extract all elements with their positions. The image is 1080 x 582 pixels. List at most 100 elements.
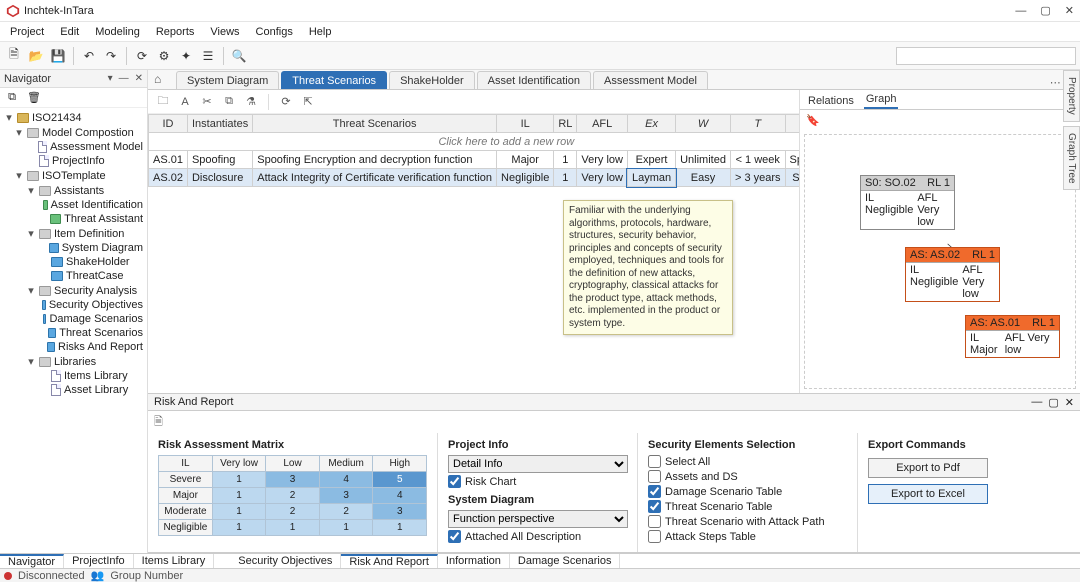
tree-assistants[interactable]: ▾Assistants [2,183,145,198]
chk-select-all[interactable]: Select All [648,455,847,468]
undo-icon[interactable]: ↶ [79,46,99,66]
tree-risks-report[interactable]: Risks And Report [2,340,145,354]
side-tab-graph-tree[interactable]: Graph Tree [1063,126,1080,191]
chk-damage-table[interactable]: Damage Scenario Table [648,485,847,498]
dock-minimize-icon[interactable]: — [1031,396,1042,408]
font-icon[interactable]: A [176,93,194,111]
side-tab-property[interactable]: Property [1063,70,1080,122]
navigator-dropdown-icon[interactable]: ▾ [108,73,113,84]
attached-check[interactable]: Attached All Description [448,530,627,543]
menu-project[interactable]: Project [4,24,50,40]
open-icon[interactable]: 📂 [26,46,46,66]
chk-assets-ds[interactable]: Assets and DS [648,470,847,483]
menu-help[interactable]: Help [303,24,338,40]
col-w[interactable]: W [676,115,731,133]
search-icon[interactable]: 🔍 [229,46,249,66]
filter-icon[interactable]: ⚗ [242,93,260,111]
chk-threat-attack-path[interactable]: Threat Scenario with Attack Path [648,515,847,528]
export-pdf-button[interactable]: Export to Pdf [868,458,988,478]
export-excel-button[interactable]: Export to Excel [868,484,988,504]
tree-security-objectives[interactable]: Security Objectives [2,298,145,312]
tree-icon[interactable]: ☰ [198,46,218,66]
tree-threat-assistant[interactable]: Threat Assistant [2,212,145,226]
tree-items-library[interactable]: Items Library [2,369,145,383]
tree-asset-library[interactable]: Asset Library [2,383,145,397]
btab-security-objectives[interactable]: Security Objectives [230,554,341,568]
tree-root[interactable]: ▾ISO21434 [2,110,145,125]
delete-icon[interactable]: 🗑 [26,90,42,106]
maximize-button[interactable]: ▢ [1040,4,1050,17]
tab-asset-identification[interactable]: Asset Identification [477,71,591,89]
redo-icon[interactable]: ↷ [101,46,121,66]
tree-libraries[interactable]: ▾Libraries [2,354,145,369]
settings-icon[interactable]: ⚙ [154,46,174,66]
tab-shakeholder[interactable]: ShakeHolder [389,71,475,89]
graph-node-as02[interactable]: AS: AS.02RL 1 IL NegligibleAFL Very low [905,247,1000,302]
system-diagram-select[interactable]: Function perspective [448,510,628,528]
col-id[interactable]: ID [149,115,188,133]
col-instantiates[interactable]: Instantiates [187,115,252,133]
menu-modeling[interactable]: Modeling [89,24,146,40]
table-row-selected[interactable]: AS.02 Disclosure Attack Integrity of Cer… [149,169,800,187]
folder-icon[interactable]: 🗀 [154,93,172,111]
btab-information[interactable]: Information [438,554,510,568]
col-eq[interactable]: Eq [785,115,799,133]
collapse-all-icon[interactable]: ⧉ [4,90,20,106]
new-icon[interactable]: 🗎 [4,46,24,66]
graph-node-as01[interactable]: AS: AS.01RL 1 IL MajorAFL Very low [965,315,1060,358]
dock-maximize-icon[interactable]: ▢ [1048,396,1058,409]
dock-doc-icon[interactable]: 🗎 [154,413,163,432]
dock-close-icon[interactable]: ✕ [1065,396,1074,409]
btab-damage-scenarios[interactable]: Damage Scenarios [510,554,621,568]
tab-system-diagram[interactable]: System Diagram [176,71,279,89]
tab-threat-scenarios[interactable]: Threat Scenarios [281,71,387,89]
tree-model-composition[interactable]: ▾Model Compostion [2,125,145,140]
rp-tab-relations[interactable]: Relations [806,93,856,109]
btab-risk-report[interactable]: Risk And Report [341,554,437,568]
add-row[interactable]: Click here to add a new row [149,133,800,151]
btab-projectinfo[interactable]: ProjectInfo [64,554,134,568]
btab-items-library[interactable]: Items Library [134,554,215,568]
col-afl[interactable]: AFL [577,115,628,133]
refresh-icon[interactable]: ⟳ [277,93,295,111]
col-ex[interactable]: Ex [627,115,675,133]
lock-icon[interactable]: ✦ [176,46,196,66]
tree-item-definition[interactable]: ▾Item Definition [2,226,145,241]
chk-threat-table[interactable]: Threat Scenario Table [648,500,847,513]
detail-info-select[interactable]: Detail Info [448,455,628,473]
risk-chart-check[interactable]: Risk Chart [448,475,627,488]
minimize-button[interactable]: ― [1015,5,1026,17]
tree-shakeholder[interactable]: ShakeHolder [2,255,145,269]
navigator-minimize-icon[interactable]: — [119,73,129,84]
menu-configs[interactable]: Configs [250,24,299,40]
col-threat-scenarios[interactable]: Threat Scenarios [253,115,497,133]
menu-edit[interactable]: Edit [54,24,85,40]
graph-canvas[interactable]: S0: SO.02RL 1 IL NegligibleAFL Very low … [804,134,1076,389]
tree-damage-scenarios[interactable]: Damage Scenarios [2,312,145,326]
col-t[interactable]: T [730,115,785,133]
copy-icon[interactable]: ⧉ [220,93,238,111]
search-input[interactable] [896,47,1076,65]
tree-projectinfo[interactable]: ProjectInfo [2,154,145,168]
rp-tab-graph[interactable]: Graph [864,91,899,109]
tab-assessment-model[interactable]: Assessment Model [593,71,708,89]
tree-threat-scenarios[interactable]: Threat Scenarios [2,326,145,340]
btab-navigator[interactable]: Navigator [0,554,64,568]
graph-node-so[interactable]: S0: SO.02RL 1 IL NegligibleAFL Very low [860,175,955,230]
col-il[interactable]: IL [497,115,554,133]
refresh-icon[interactable]: ⟳ [132,46,152,66]
tree-iso-template[interactable]: ▾ISOTemplate [2,168,145,183]
save-icon[interactable]: 💾 [48,46,68,66]
tree-assessment-model[interactable]: Assessment Model [2,140,145,154]
navigator-close-icon[interactable]: ✕ [135,73,143,84]
home-icon[interactable]: ⌂ [154,72,161,86]
chk-attack-steps[interactable]: Attack Steps Table [648,530,847,543]
tabs-menu-icon[interactable]: ⋯ [1050,76,1061,89]
menu-views[interactable]: Views [204,24,245,40]
tree-asset-identification[interactable]: Asset Identification [2,198,145,212]
close-button[interactable]: ✕ [1065,4,1074,17]
graph-tag-icon[interactable]: 🔖 [806,114,820,127]
tree-system-diagram[interactable]: System Diagram [2,241,145,255]
export-icon[interactable]: ⇱ [299,93,317,111]
col-rl[interactable]: RL [554,115,577,133]
